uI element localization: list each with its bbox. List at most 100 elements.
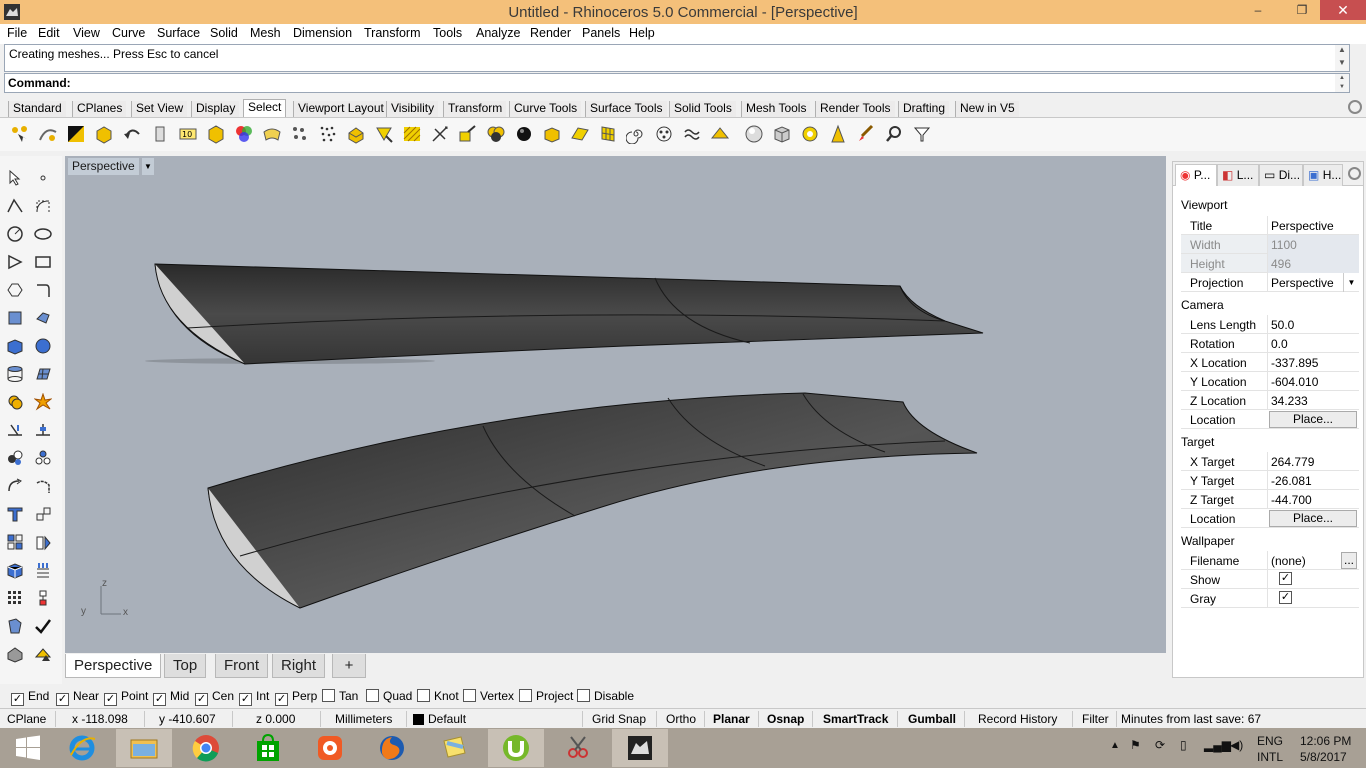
select-mesh-icon[interactable] [289, 123, 311, 145]
minimize-button[interactable]: – [1244, 0, 1272, 20]
group-icon[interactable] [3, 446, 27, 470]
store-icon[interactable] [240, 729, 296, 767]
osnap-tan[interactable]: Tan [322, 689, 358, 703]
status-layer[interactable]: Default [428, 712, 466, 726]
trim-icon[interactable] [3, 418, 27, 442]
select-brush-icon[interactable] [855, 123, 877, 145]
select-by-layer-icon[interactable] [709, 123, 731, 145]
clock-time[interactable]: 12:06 PM [1300, 734, 1351, 748]
menu-file[interactable]: File [7, 26, 27, 40]
render-preview-icon[interactable] [31, 642, 55, 666]
osnap-knot-checkbox[interactable] [417, 689, 430, 702]
select-curves-icon[interactable] [653, 123, 675, 145]
tab-display[interactable]: Display [191, 101, 240, 117]
tab-standard[interactable]: Standard [8, 101, 66, 117]
tab-drafting[interactable]: Drafting [898, 101, 950, 117]
select-planar-icon[interactable] [569, 123, 591, 145]
osnap-mid[interactable]: ✓ Mid [153, 689, 189, 706]
rhino-taskbar-icon[interactable] [612, 729, 668, 767]
boolean-union-icon[interactable] [3, 390, 27, 414]
menu-solid[interactable]: Solid [210, 26, 238, 40]
command-spin-down-icon[interactable]: ▼ [1335, 83, 1349, 92]
tab-visibility[interactable]: Visibility [386, 101, 439, 117]
select-group-icon[interactable] [485, 123, 507, 145]
fillet-icon[interactable] [31, 278, 55, 302]
upper-blade[interactable] [154, 263, 984, 365]
volume-icon[interactable]: ◀) [1230, 738, 1243, 752]
select-dupes-icon[interactable] [373, 123, 395, 145]
action-center-flag-icon[interactable]: ⚑ [1130, 738, 1141, 752]
screen-recorder-icon[interactable] [302, 729, 358, 767]
grid-array-icon[interactable] [3, 586, 27, 610]
projection-select[interactable]: Perspective [1271, 276, 1334, 290]
select-color-icon[interactable] [233, 123, 255, 145]
osnap-perp[interactable]: ✓ Perp [275, 689, 317, 706]
y-location-value[interactable]: -604.010 [1271, 375, 1318, 389]
mesh-plane-icon[interactable] [31, 362, 55, 386]
status-units[interactable]: Millimeters [335, 712, 392, 726]
osnap-mid-checkbox[interactable]: ✓ [153, 693, 166, 706]
box-icon[interactable] [3, 334, 27, 358]
sphere-icon[interactable] [31, 334, 55, 358]
y-target-value[interactable]: -26.081 [1271, 474, 1312, 488]
extrude-icon[interactable] [31, 306, 55, 330]
osnap-int-checkbox[interactable]: ✓ [239, 693, 252, 706]
menu-panels[interactable]: Panels [582, 26, 620, 40]
select-sphere-icon[interactable] [743, 123, 765, 145]
tab-front[interactable]: Front [215, 654, 269, 678]
menu-mesh[interactable]: Mesh [250, 26, 281, 40]
osnap-point[interactable]: ✓ Point [104, 689, 148, 706]
title-value[interactable]: Perspective [1271, 219, 1334, 233]
select-spiral-icon[interactable] [625, 123, 647, 145]
toolbar-gear-icon[interactable] [1348, 100, 1362, 114]
polygon-icon[interactable] [3, 278, 27, 302]
osnap-point-checkbox[interactable]: ✓ [104, 693, 117, 706]
select-solid-icon[interactable] [205, 123, 227, 145]
close-button[interactable]: ✕ [1320, 0, 1366, 20]
select-all-icon[interactable] [65, 123, 87, 145]
tray-chevron-icon[interactable]: ▲ [1110, 740, 1120, 751]
z-target-value[interactable]: -44.700 [1271, 493, 1312, 507]
scroll-down-icon[interactable]: ▼ [1335, 58, 1349, 71]
gray-checkbox[interactable]: ✓ [1279, 591, 1292, 604]
browse-button[interactable]: ... [1341, 552, 1357, 569]
explode-icon[interactable] [31, 390, 55, 414]
array-icon[interactable] [3, 530, 27, 554]
select-filter-icon[interactable] [911, 123, 933, 145]
tab-curve-tools[interactable]: Curve Tools [509, 101, 582, 117]
dimension-icon[interactable] [31, 502, 55, 526]
select-crv-icon[interactable] [37, 123, 59, 145]
mirror-icon[interactable] [31, 530, 55, 554]
osnap-int[interactable]: ✓ Int [239, 689, 269, 706]
offset-icon[interactable] [3, 474, 27, 498]
ortho-toggle[interactable]: Ortho [666, 712, 696, 726]
firefox-icon[interactable] [364, 729, 420, 767]
tab-render-tools[interactable]: Render Tools [815, 101, 895, 117]
lang-bottom[interactable]: INTL [1257, 750, 1283, 764]
split-icon[interactable] [31, 418, 55, 442]
menu-dimension[interactable]: Dimension [293, 26, 352, 40]
text-icon[interactable] [3, 502, 27, 526]
tab-cplanes[interactable]: CPlanes [72, 101, 127, 117]
osnap-near[interactable]: ✓ Near [56, 689, 99, 706]
tab-surface-tools[interactable]: Surface Tools [585, 101, 667, 117]
osnap-tan-checkbox[interactable] [322, 689, 335, 702]
network-icon[interactable]: ▂▄▆ [1204, 738, 1231, 752]
osnap-perp-checkbox[interactable]: ✓ [275, 693, 288, 706]
analyze-icon[interactable] [3, 614, 27, 638]
rectangle-icon[interactable] [31, 250, 55, 274]
select-link-icon[interactable] [681, 123, 703, 145]
menu-analyze[interactable]: Analyze [476, 26, 520, 40]
arc-icon[interactable] [3, 250, 27, 274]
osnap-cen[interactable]: ✓ Cen [195, 689, 234, 706]
tab-solid-tools[interactable]: Solid Tools [669, 101, 736, 117]
select-block-icon[interactable] [541, 123, 563, 145]
snipping-tool-icon[interactable] [550, 729, 606, 767]
osnap-disable-checkbox[interactable] [577, 689, 590, 702]
tab-transform[interactable]: Transform [443, 101, 507, 117]
file-explorer-icon[interactable] [116, 729, 172, 767]
filter-toggle[interactable]: Filter [1082, 712, 1109, 726]
sticky-notes-icon[interactable] [426, 729, 482, 767]
osnap-project[interactable]: Project [519, 689, 573, 703]
command-spin-up-icon[interactable]: ▲ [1335, 74, 1349, 83]
